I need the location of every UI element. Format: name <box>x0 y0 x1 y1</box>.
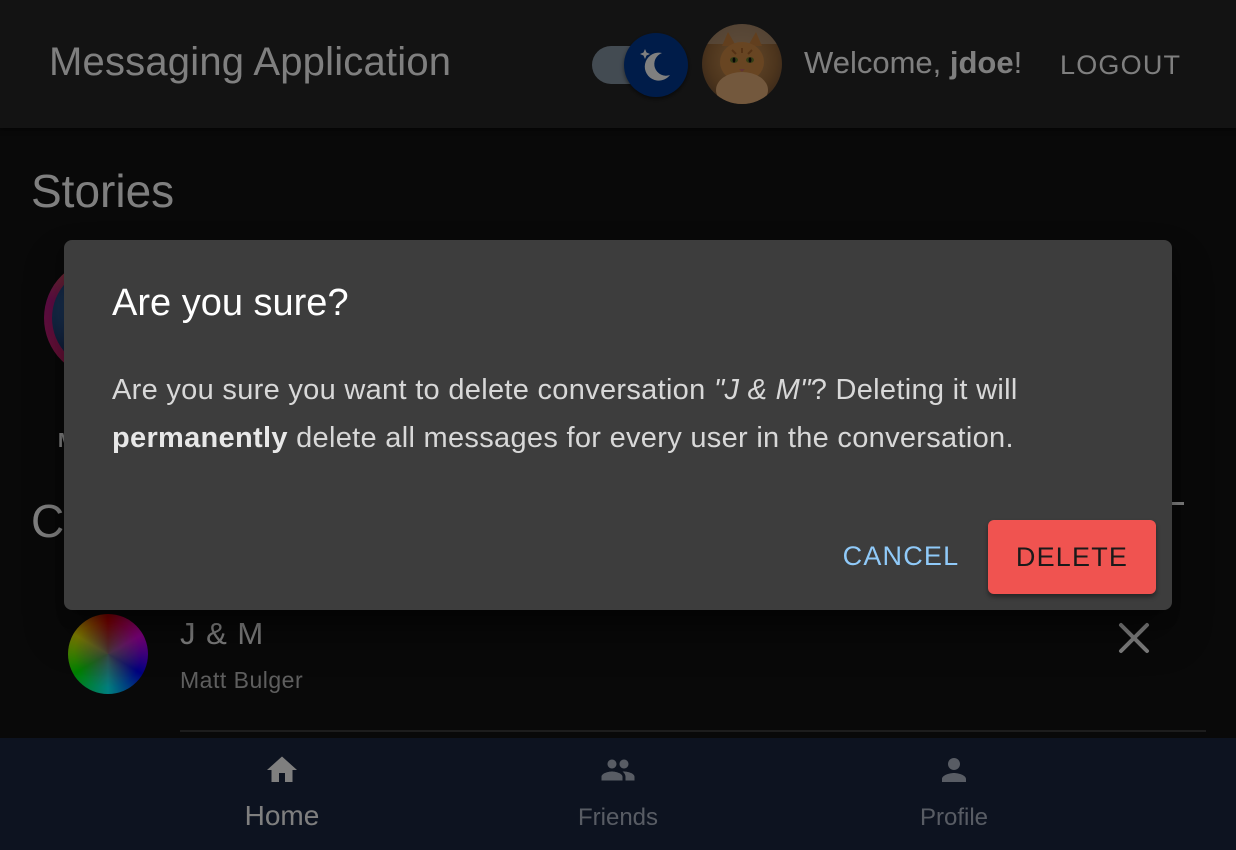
delete-button[interactable]: DELETE <box>988 520 1156 594</box>
dialog-text-part2: ? Deleting it will <box>810 374 1018 406</box>
cancel-button[interactable]: CANCEL <box>832 522 970 590</box>
dialog-text-part3: delete all messages for every user in th… <box>287 422 1014 454</box>
dialog-text-part1: Are you sure you want to delete conversa… <box>112 374 714 406</box>
dialog-title: Are you sure? <box>112 282 349 324</box>
dialog-emphasis: permanently <box>112 422 288 454</box>
dialog-message: Are you sure you want to delete conversa… <box>112 366 1132 462</box>
delete-confirmation-dialog: Are you sure? Are you sure you want to d… <box>64 240 1172 610</box>
dialog-conversation-name: "J & M" <box>713 374 811 406</box>
